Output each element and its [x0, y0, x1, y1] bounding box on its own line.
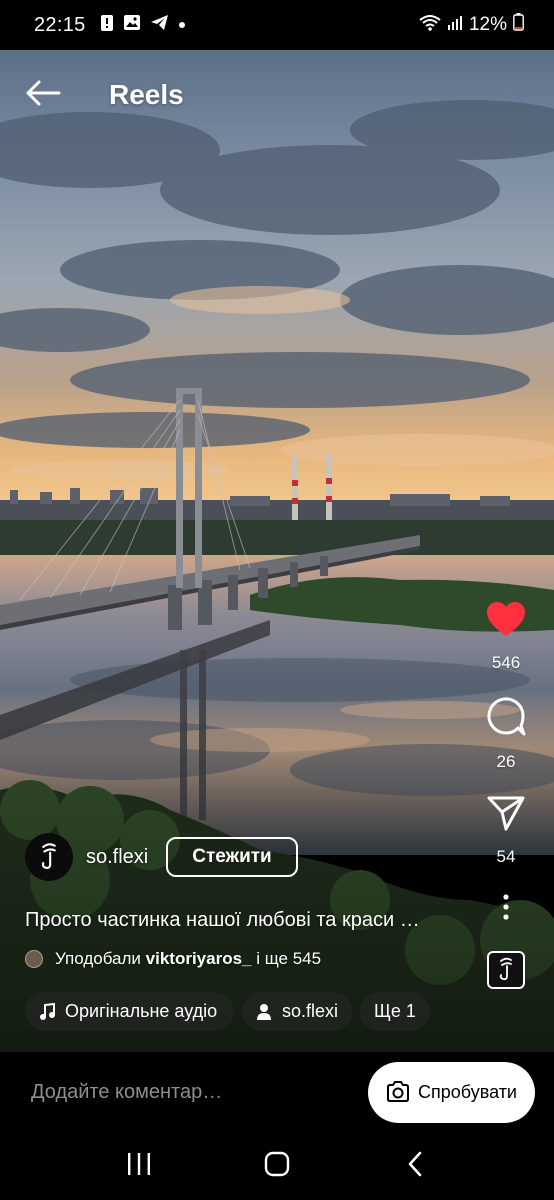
try-button[interactable]: Спробувати [368, 1061, 535, 1123]
notification-icons [100, 14, 186, 37]
more-chip-label: Ще 1 [374, 1001, 416, 1021]
caption-text[interactable]: Просто частинка нашої любові та краси … [25, 909, 455, 932]
tagged-user-label: so.flexi [282, 1001, 339, 1021]
back-button[interactable] [23, 75, 63, 115]
status-right: 12% [419, 13, 524, 37]
liked-by-suffix: і ще 545 [256, 949, 322, 968]
comment-icon [485, 695, 527, 742]
system-nav-bar [0, 1132, 554, 1200]
back-arrow-icon [25, 79, 61, 112]
back-icon [407, 1151, 423, 1182]
more-options-button[interactable] [502, 889, 510, 929]
image-icon [123, 14, 141, 36]
reel-video-frame [0, 50, 554, 1052]
recents-button[interactable] [109, 1141, 169, 1191]
page-title: Reels [109, 79, 184, 110]
person-icon [256, 1003, 272, 1021]
comment-bar: Спробувати [0, 1052, 554, 1132]
recents-icon [126, 1152, 152, 1181]
battery-percent: 12% [468, 14, 507, 35]
liked-by-line[interactable]: Уподобали viktoriyaros_ і ще 545 [25, 949, 321, 969]
share-button[interactable]: 54 [486, 794, 526, 867]
like-button[interactable]: 546 [485, 600, 527, 673]
heart-icon [485, 600, 527, 643]
status-bar: 22:15 12% [0, 0, 554, 50]
alert-icon [100, 14, 114, 37]
more-chip[interactable]: Ще 1 [360, 992, 430, 1031]
flexi-logo-icon [36, 840, 62, 875]
liked-by-prefix: Уподобали [55, 949, 141, 968]
audio-chip[interactable]: Оригінальне аудіо [25, 992, 234, 1031]
wifi-icon [419, 14, 441, 37]
telegram-icon [150, 14, 169, 36]
more-vertical-icon [502, 893, 510, 925]
avatar[interactable] [25, 833, 73, 881]
author-username[interactable]: so.flexi [86, 846, 148, 869]
home-button[interactable] [247, 1141, 307, 1191]
follow-button[interactable]: Стежити [166, 837, 298, 877]
audio-chip-label: Оригінальне аудіо [65, 1001, 218, 1021]
status-time: 22:15 [34, 13, 86, 36]
reels-header: Reels [0, 50, 554, 140]
liked-by-user: viktoriyaros_ [145, 949, 252, 968]
comment-button[interactable]: 26 [485, 695, 527, 772]
author-row: so.flexi Стежити [25, 833, 298, 881]
comment-input[interactable] [31, 1080, 369, 1104]
music-note-icon [39, 1002, 55, 1021]
dot-icon [178, 16, 186, 34]
reel-actions: 546 26 54 [480, 600, 532, 989]
flexi-logo-icon [495, 955, 517, 986]
like-count: 546 [491, 653, 521, 672]
reel-chips: Оригінальне аудіо so.flexi Ще 1 [25, 992, 430, 1031]
camera-icon [386, 1081, 410, 1103]
comment-count: 26 [496, 752, 516, 771]
signal-icon [447, 14, 463, 37]
liker-avatar [25, 950, 43, 968]
try-button-label: Спробувати [418, 1081, 517, 1102]
battery-icon [513, 13, 524, 37]
system-back-button[interactable] [385, 1141, 445, 1191]
share-count: 54 [496, 847, 516, 866]
send-icon [486, 794, 526, 837]
tagged-user-chip[interactable]: so.flexi [242, 992, 353, 1031]
audio-thumbnail[interactable] [487, 951, 525, 989]
home-icon [264, 1151, 290, 1182]
reel-video[interactable] [0, 50, 554, 1052]
